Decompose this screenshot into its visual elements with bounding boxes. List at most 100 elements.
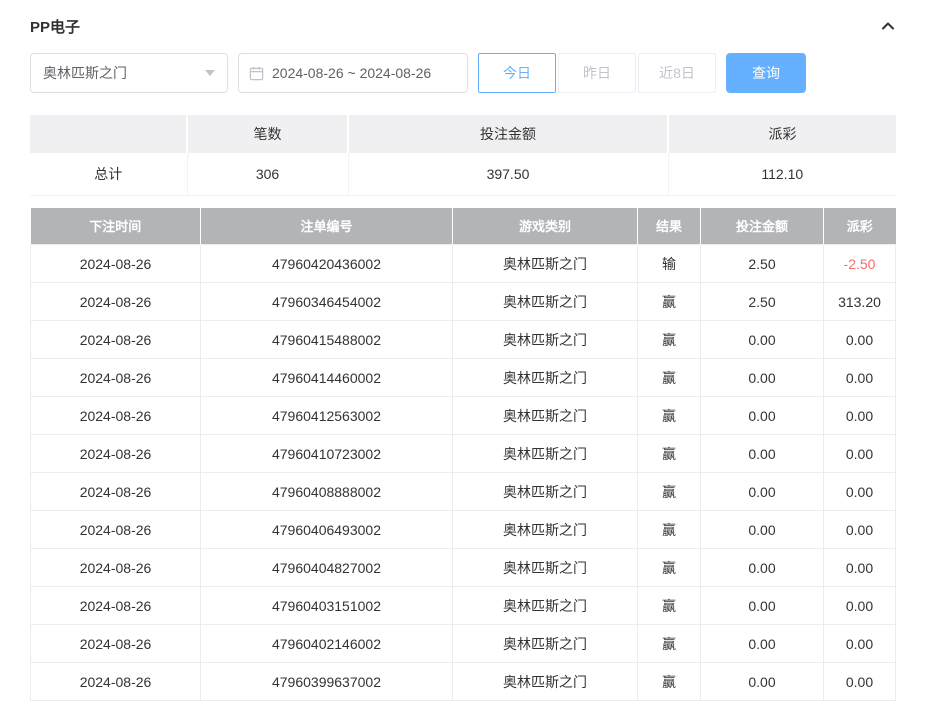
bet-time-cell: 2024-08-26 [31, 397, 201, 435]
pp-electronic-panel: PP电子 奥林匹斯之门 2024-08-26 ~ 2024-08-26 今日 昨… [0, 0, 926, 701]
game-type-cell: 奥林匹斯之门 [453, 283, 638, 321]
table-row: 2024-08-2647960420436002奥林匹斯之门输2.50-2.50 [31, 245, 896, 283]
payout-cell: 0.00 [824, 435, 896, 473]
payout-cell: 0.00 [824, 397, 896, 435]
game-type-cell: 奥林匹斯之门 [453, 321, 638, 359]
bet-id-cell: 47960346454002 [201, 283, 453, 321]
bet-amount-cell: 0.00 [701, 321, 824, 359]
bet-id-cell: 47960399637002 [201, 663, 453, 701]
bet-time-cell: 2024-08-26 [31, 511, 201, 549]
table-row: 2024-08-2647960406493002奥林匹斯之门赢0.000.00 [31, 511, 896, 549]
bet-id-cell: 47960415488002 [201, 321, 453, 359]
summary-payout-value: 112.10 [668, 153, 896, 195]
payout-cell: 0.00 [824, 511, 896, 549]
bet-time-cell: 2024-08-26 [31, 435, 201, 473]
payout-cell: 0.00 [824, 473, 896, 511]
result-cell: 赢 [638, 511, 701, 549]
date-range-value: 2024-08-26 ~ 2024-08-26 [272, 65, 431, 81]
bet-time-cell: 2024-08-26 [31, 625, 201, 663]
date-range-input[interactable]: 2024-08-26 ~ 2024-08-26 [238, 53, 468, 93]
bet-table-body: 2024-08-2647960420436002奥林匹斯之门输2.50-2.50… [31, 245, 896, 701]
chevron-down-icon [205, 70, 215, 76]
payout-cell: 0.00 [824, 321, 896, 359]
summary-bet-amount-value: 397.50 [348, 153, 668, 195]
bet-id-cell: 47960420436002 [201, 245, 453, 283]
bet-records-table: 下注时间 注单编号 游戏类别 结果 投注金额 派彩 2024-08-264796… [30, 208, 896, 701]
bet-time-cell: 2024-08-26 [31, 473, 201, 511]
bet-table-header-row: 下注时间 注单编号 游戏类别 结果 投注金额 派彩 [31, 208, 896, 245]
payout-cell: 0.00 [824, 587, 896, 625]
header-bet-amount: 投注金额 [701, 208, 824, 245]
bet-time-cell: 2024-08-26 [31, 663, 201, 701]
game-type-cell: 奥林匹斯之门 [453, 549, 638, 587]
bet-id-cell: 47960403151002 [201, 587, 453, 625]
table-row: 2024-08-2647960402146002奥林匹斯之门赢0.000.00 [31, 625, 896, 663]
bet-amount-cell: 0.00 [701, 511, 824, 549]
payout-cell: 313.20 [824, 283, 896, 321]
summary-header-count: 笔数 [187, 115, 348, 153]
table-row: 2024-08-2647960414460002奥林匹斯之门赢0.000.00 [31, 359, 896, 397]
bet-amount-cell: 0.00 [701, 435, 824, 473]
bet-time-cell: 2024-08-26 [31, 359, 201, 397]
chevron-up-icon[interactable] [880, 18, 896, 34]
last-8-days-button[interactable]: 近8日 [638, 53, 716, 93]
header-game-type: 游戏类别 [453, 208, 638, 245]
game-type-cell: 奥林匹斯之门 [453, 397, 638, 435]
game-select-value: 奥林匹斯之门 [43, 63, 127, 83]
game-type-cell: 奥林匹斯之门 [453, 587, 638, 625]
bet-id-cell: 47960406493002 [201, 511, 453, 549]
result-cell: 赢 [638, 473, 701, 511]
yesterday-button[interactable]: 昨日 [558, 53, 636, 93]
game-type-cell: 奥林匹斯之门 [453, 473, 638, 511]
bet-time-cell: 2024-08-26 [31, 321, 201, 359]
payout-cell: 0.00 [824, 663, 896, 701]
payout-cell: 0.00 [824, 549, 896, 587]
header-result: 结果 [638, 208, 701, 245]
result-cell: 赢 [638, 625, 701, 663]
summary-table: 笔数 投注金额 派彩 总计 306 397.50 112.10 [30, 115, 896, 196]
game-type-cell: 奥林匹斯之门 [453, 511, 638, 549]
result-cell: 赢 [638, 587, 701, 625]
bet-amount-cell: 0.00 [701, 549, 824, 587]
bet-time-cell: 2024-08-26 [31, 587, 201, 625]
payout-cell: 0.00 [824, 359, 896, 397]
bet-amount-cell: 0.00 [701, 397, 824, 435]
search-button[interactable]: 查询 [726, 53, 806, 93]
table-row: 2024-08-2647960410723002奥林匹斯之门赢0.000.00 [31, 435, 896, 473]
bet-amount-cell: 0.00 [701, 625, 824, 663]
bet-amount-cell: 2.50 [701, 283, 824, 321]
game-select[interactable]: 奥林匹斯之门 [30, 53, 228, 93]
table-row: 2024-08-2647960408888002奥林匹斯之门赢0.000.00 [31, 473, 896, 511]
bet-amount-cell: 0.00 [701, 587, 824, 625]
bet-id-cell: 47960404827002 [201, 549, 453, 587]
result-cell: 输 [638, 245, 701, 283]
result-cell: 赢 [638, 397, 701, 435]
panel-header: PP电子 [30, 14, 896, 38]
summary-header-empty [30, 115, 187, 153]
result-cell: 赢 [638, 359, 701, 397]
header-bet-time: 下注时间 [31, 208, 201, 245]
payout-cell: 0.00 [824, 625, 896, 663]
table-row: 2024-08-2647960403151002奥林匹斯之门赢0.000.00 [31, 587, 896, 625]
game-type-cell: 奥林匹斯之门 [453, 625, 638, 663]
game-type-cell: 奥林匹斯之门 [453, 435, 638, 473]
bet-id-cell: 47960414460002 [201, 359, 453, 397]
summary-count-value: 306 [187, 153, 348, 195]
result-cell: 赢 [638, 283, 701, 321]
header-bet-id: 注单编号 [201, 208, 453, 245]
bet-id-cell: 47960402146002 [201, 625, 453, 663]
bet-id-cell: 47960410723002 [201, 435, 453, 473]
bet-amount-cell: 0.00 [701, 663, 824, 701]
bet-time-cell: 2024-08-26 [31, 283, 201, 321]
game-type-cell: 奥林匹斯之门 [453, 359, 638, 397]
summary-header-payout: 派彩 [668, 115, 896, 153]
today-button[interactable]: 今日 [478, 53, 556, 93]
bet-time-cell: 2024-08-26 [31, 549, 201, 587]
table-row: 2024-08-2647960415488002奥林匹斯之门赢0.000.00 [31, 321, 896, 359]
bet-id-cell: 47960412563002 [201, 397, 453, 435]
summary-total-row: 总计 306 397.50 112.10 [30, 153, 896, 195]
table-row: 2024-08-2647960399637002奥林匹斯之门赢0.000.00 [31, 663, 896, 701]
header-payout: 派彩 [824, 208, 896, 245]
result-cell: 赢 [638, 549, 701, 587]
calendar-icon [249, 66, 264, 81]
